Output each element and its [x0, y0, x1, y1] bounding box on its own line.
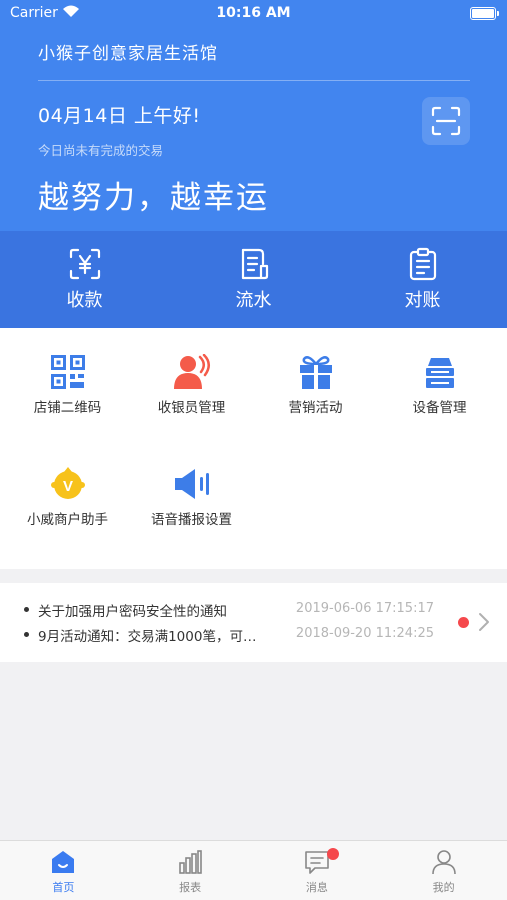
tab-messages[interactable]: 消息: [254, 841, 381, 900]
message-badge: [326, 848, 339, 860]
scan-icon: [431, 106, 461, 136]
slogan: 越努力，越幸运: [38, 180, 269, 216]
transaction-status-text: 今日尚未有完成的交易: [38, 143, 164, 158]
header: 小猴子创意家居生活馆 04月14日 上午好! 今日尚未有完成的交易 越努力，越幸…: [0, 0, 507, 231]
reconciliation-label: 对账: [404, 290, 441, 311]
device-icon: [425, 358, 454, 388]
cashier-icon: [173, 354, 210, 389]
speaker-icon: [174, 469, 209, 499]
store-qr-code-item[interactable]: 店铺二维码: [4, 354, 131, 416]
chevron-right-icon[interactable]: [478, 612, 490, 632]
marketing-activity-label: 营销活动: [288, 400, 343, 416]
notice-item[interactable]: 关于加强用户密码安全性的通知 2019-06-06 17:15:17: [24, 600, 434, 620]
voice-broadcast-item[interactable]: 语音播报设置: [128, 466, 255, 528]
home-icon: [52, 851, 75, 873]
merchant-assistant-label: 小威商户助手: [27, 512, 108, 528]
store-name: 小猴子创意家居生活馆: [38, 44, 218, 64]
reconciliation-button[interactable]: 对账: [338, 231, 507, 328]
unread-dot: [458, 617, 469, 628]
merchant-assistant-item[interactable]: V 小威商户助手: [4, 466, 131, 528]
tab-reports-label: 报表: [179, 881, 202, 894]
device-management-item[interactable]: 设备管理: [376, 354, 503, 416]
voice-broadcast-label: 语音播报设置: [151, 512, 232, 528]
tab-bar: 首页 报表 消息 我的: [0, 840, 507, 900]
transactions-label: 流水: [235, 290, 272, 311]
qr-code-icon: [50, 355, 85, 389]
transactions-button[interactable]: 流水: [169, 231, 338, 328]
scan-button[interactable]: [422, 97, 470, 145]
tab-home-label: 首页: [52, 881, 75, 894]
tab-reports[interactable]: 报表: [127, 841, 254, 900]
tab-messages-label: 消息: [305, 881, 328, 894]
clock: 10:16 AM: [216, 5, 291, 21]
status-bar: Carrier 10:16 AM: [0, 0, 507, 28]
battery-icon: [470, 7, 499, 20]
notice-time: 2018-09-20 11:24:25: [295, 626, 434, 641]
cashier-management-label: 收银员管理: [157, 400, 226, 416]
tab-profile-label: 我的: [432, 881, 455, 894]
message-icon: [305, 851, 329, 874]
notice-time: 2019-06-06 17:15:17: [295, 601, 434, 616]
marketing-activity-item[interactable]: 营销活动: [252, 354, 379, 416]
notice-panel[interactable]: 关于加强用户密码安全性的通知 2019-06-06 17:15:17 9月活动通…: [0, 583, 507, 662]
notice-item[interactable]: 9月活动通知：交易满1000笔，可… 2018-09-20 11:24:25: [24, 625, 434, 645]
yuan-scan-icon: [69, 248, 100, 280]
greeting: 04月14日 上午好!: [38, 105, 201, 127]
gift-icon: [299, 356, 332, 389]
notice-title: 关于加强用户密码安全性的通知: [38, 604, 227, 620]
bullet: [24, 607, 29, 612]
function-grid: 店铺二维码 收银员管理 营销活动 设备管理 V 小威商户助手 语音播报设置: [0, 328, 507, 569]
store-qr-code-label: 店铺二维码: [33, 400, 102, 416]
assistant-icon: V: [50, 467, 85, 499]
collect-payment-label: 收款: [66, 290, 103, 311]
bullet: [24, 632, 29, 637]
tab-profile[interactable]: 我的: [380, 841, 507, 900]
document-icon: [241, 248, 268, 280]
user-icon: [431, 850, 456, 875]
clipboard-icon: [409, 247, 436, 281]
notice-title: 9月活动通知：交易满1000笔，可…: [38, 629, 257, 645]
bar-chart-icon: [179, 850, 202, 874]
tab-home[interactable]: 首页: [0, 841, 127, 900]
header-divider: [38, 80, 470, 81]
svg-text:V: V: [62, 478, 72, 495]
collect-payment-button[interactable]: 收款: [0, 231, 169, 328]
cashier-management-item[interactable]: 收银员管理: [128, 354, 255, 416]
quick-actions: 收款 流水 对账: [0, 231, 507, 328]
device-management-label: 设备管理: [412, 400, 467, 416]
